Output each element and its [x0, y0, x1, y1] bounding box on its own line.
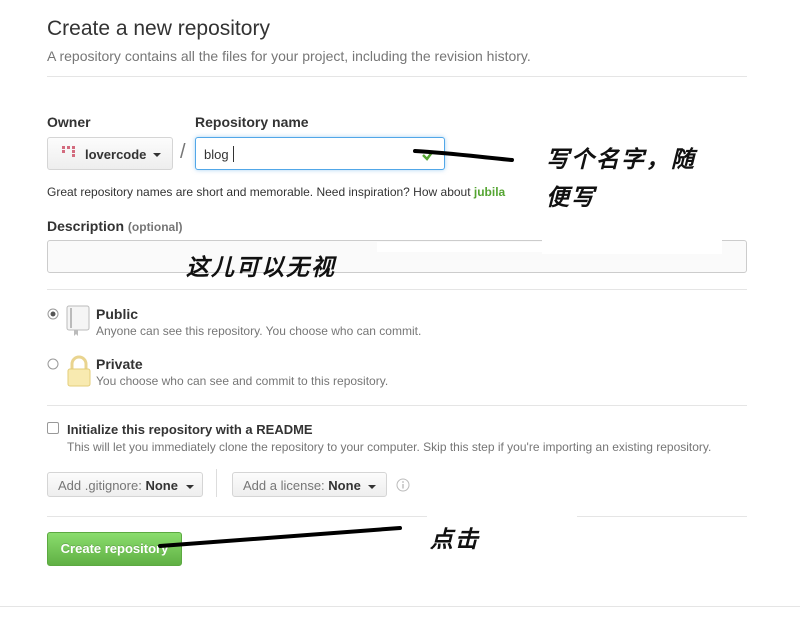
annotation-click-note: 点击 [430, 526, 480, 553]
arrow-to-name-field [413, 149, 514, 162]
annotation-name-note-line2: 便写 [546, 184, 596, 211]
annotation-name-note-line1: 写个名字，随 [546, 146, 696, 173]
annotation-arrows [158, 149, 514, 548]
arrow-to-create-button [158, 526, 402, 548]
annotation-description-note: 这儿可以无视 [186, 254, 336, 281]
